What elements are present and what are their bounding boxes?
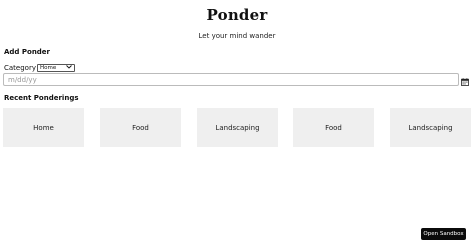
recent-ponderings-heading: Recent Ponderings — [4, 94, 79, 102]
chevron-down-icon — [66, 65, 72, 71]
ponder-card-label: Food — [132, 123, 149, 132]
calendar-button[interactable] — [459, 74, 471, 86]
add-ponder-heading: Add Ponder — [4, 48, 51, 56]
ponder-card-label: Home — [33, 123, 54, 132]
open-sandbox-button[interactable]: Open Sandbox — [421, 228, 466, 240]
ponder-card-label: Food — [325, 123, 342, 132]
category-label: Category — [4, 64, 36, 72]
ponder-card[interactable]: Food — [100, 108, 181, 147]
category-select[interactable]: Home — [36, 64, 75, 72]
ponder-card[interactable]: Food — [293, 108, 374, 147]
ponder-card[interactable]: Landscaping — [197, 108, 278, 147]
category-selected-value: Home — [39, 65, 57, 71]
ponder-card-label: Landscaping — [408, 123, 453, 132]
app-subtitle: Let your mind wander — [198, 32, 276, 40]
app-title: Ponder — [206, 6, 268, 24]
page: Ponder Let your mind wander Add Ponder C… — [0, 0, 474, 248]
ponder-card-label: Landscaping — [215, 123, 260, 132]
calendar-icon — [461, 71, 469, 90]
date-input[interactable]: m/dd/yy — [3, 73, 459, 86]
ponder-card[interactable]: Home — [3, 108, 84, 147]
category-row: Category Home — [4, 64, 75, 72]
ponder-card[interactable]: Landscaping — [390, 108, 471, 147]
date-placeholder: m/dd/yy — [8, 75, 37, 84]
recent-ponderings-list: Home Food Landscaping Food Landscaping — [3, 108, 471, 147]
